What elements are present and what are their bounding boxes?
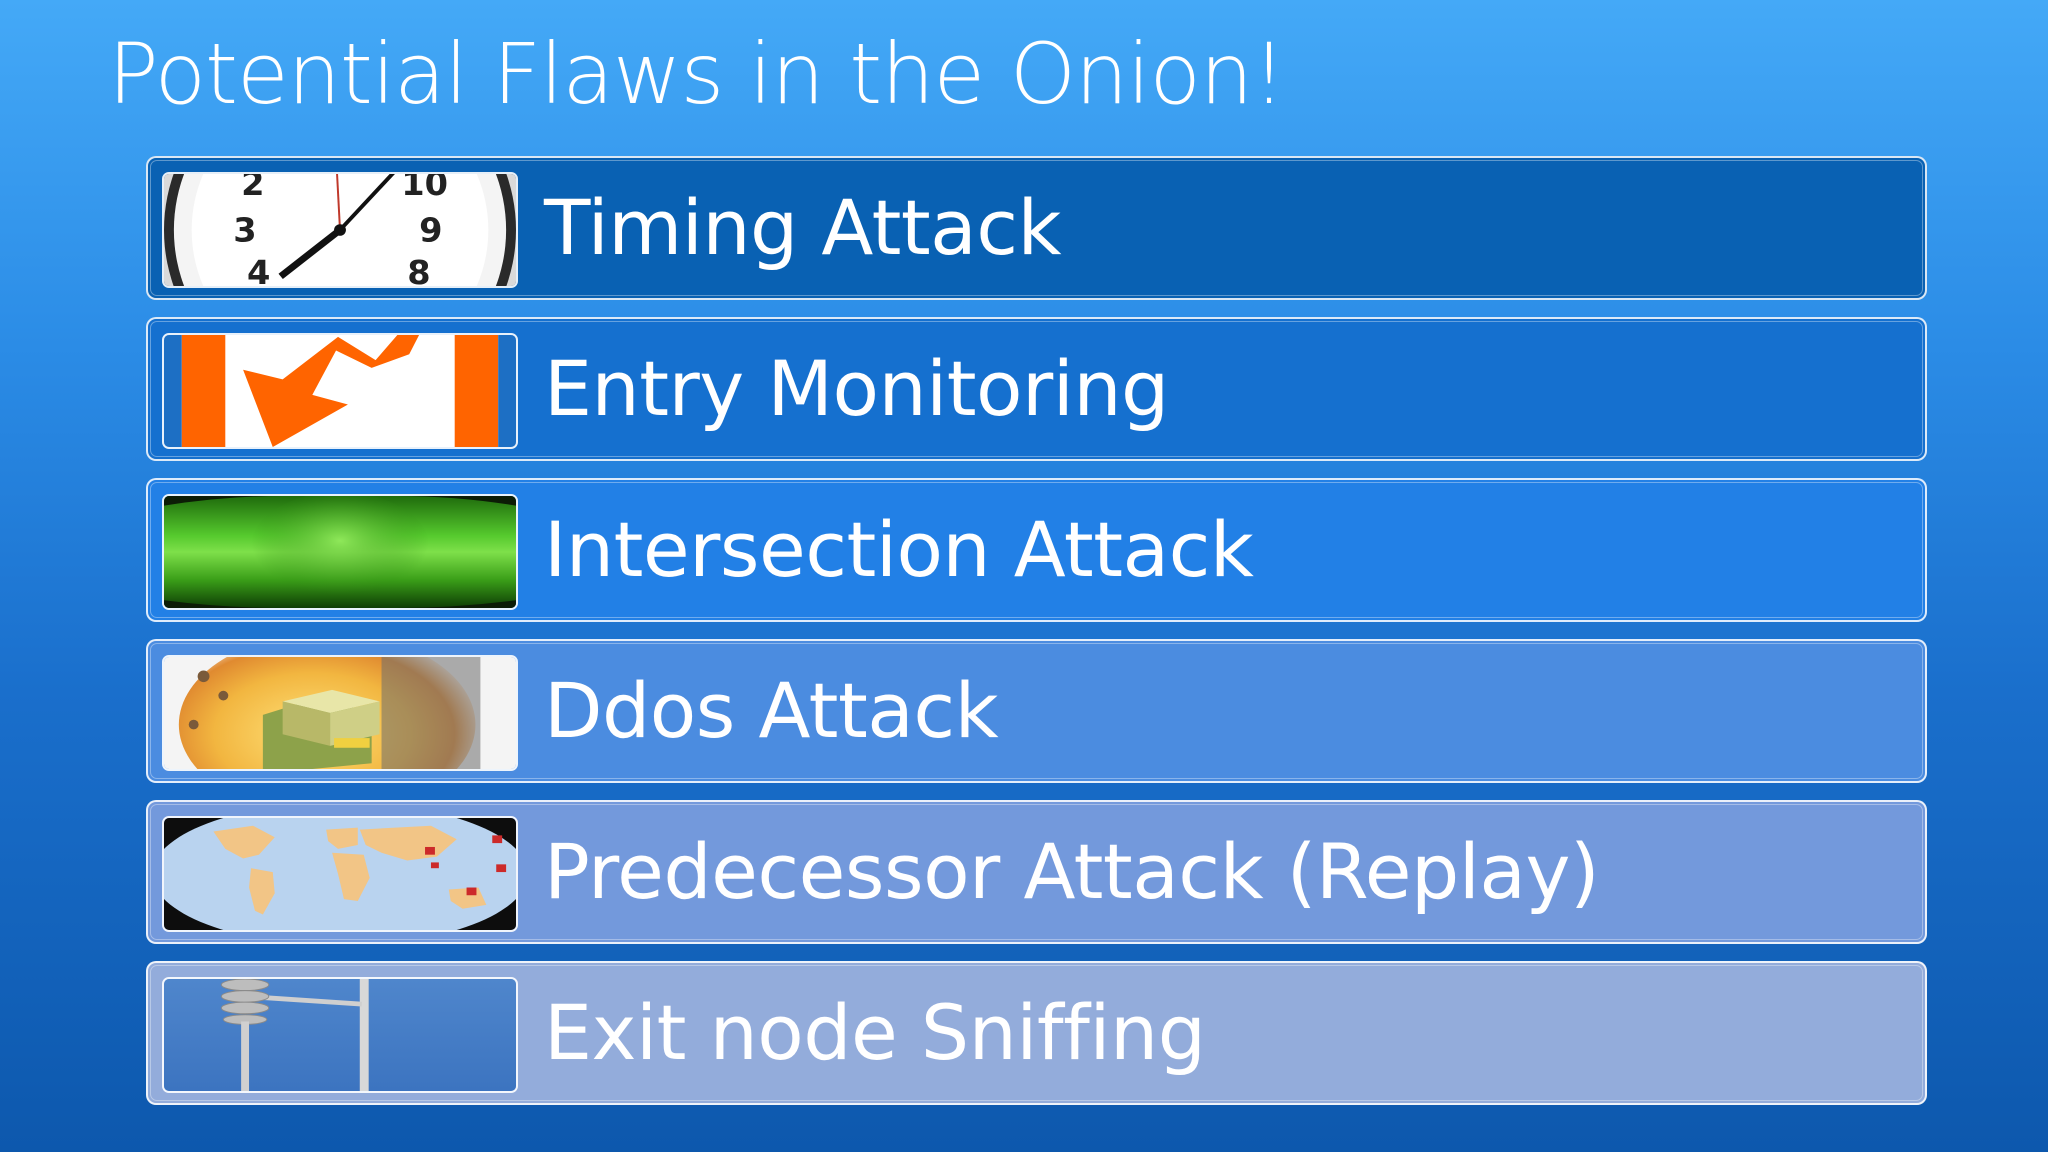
entry-arrow-icon	[162, 333, 518, 449]
list-item-exit-node-sniffing[interactable]: Exit node Sniffing	[146, 961, 1927, 1105]
item-label: Ddos Attack	[544, 666, 999, 755]
item-label: Intersection Attack	[544, 505, 1254, 594]
clock-icon: 2 3 4 10 9 8	[162, 172, 518, 288]
antenna-pole-icon	[162, 977, 518, 1093]
list-item-entry-monitoring[interactable]: Entry Monitoring	[146, 317, 1927, 461]
item-label: Predecessor Attack (Replay)	[544, 827, 1600, 916]
item-label: Timing Attack	[544, 183, 1062, 272]
attack-list: 2 3 4 10 9 8 Timing Attack Entry Monitor…	[146, 156, 1927, 1122]
list-item-ddos-attack[interactable]: Ddos Attack	[146, 639, 1927, 783]
svg-text:9: 9	[419, 211, 442, 250]
svg-text:3: 3	[233, 211, 256, 250]
world-map-icon	[162, 816, 518, 932]
item-label: Entry Monitoring	[544, 344, 1169, 433]
svg-text:8: 8	[407, 253, 430, 286]
slide-title: Potential Flaws in the Onion!	[108, 25, 1286, 123]
svg-text:2: 2	[241, 174, 264, 203]
list-item-intersection-attack[interactable]: Intersection Attack	[146, 478, 1927, 622]
ddos-server-icon	[162, 655, 518, 771]
svg-text:10: 10	[401, 174, 448, 203]
list-item-predecessor-attack[interactable]: Predecessor Attack (Replay)	[146, 800, 1927, 944]
green-intersection-icon	[162, 494, 518, 610]
list-item-timing-attack[interactable]: 2 3 4 10 9 8 Timing Attack	[146, 156, 1927, 300]
item-label: Exit node Sniffing	[544, 988, 1206, 1077]
svg-text:4: 4	[247, 253, 270, 286]
